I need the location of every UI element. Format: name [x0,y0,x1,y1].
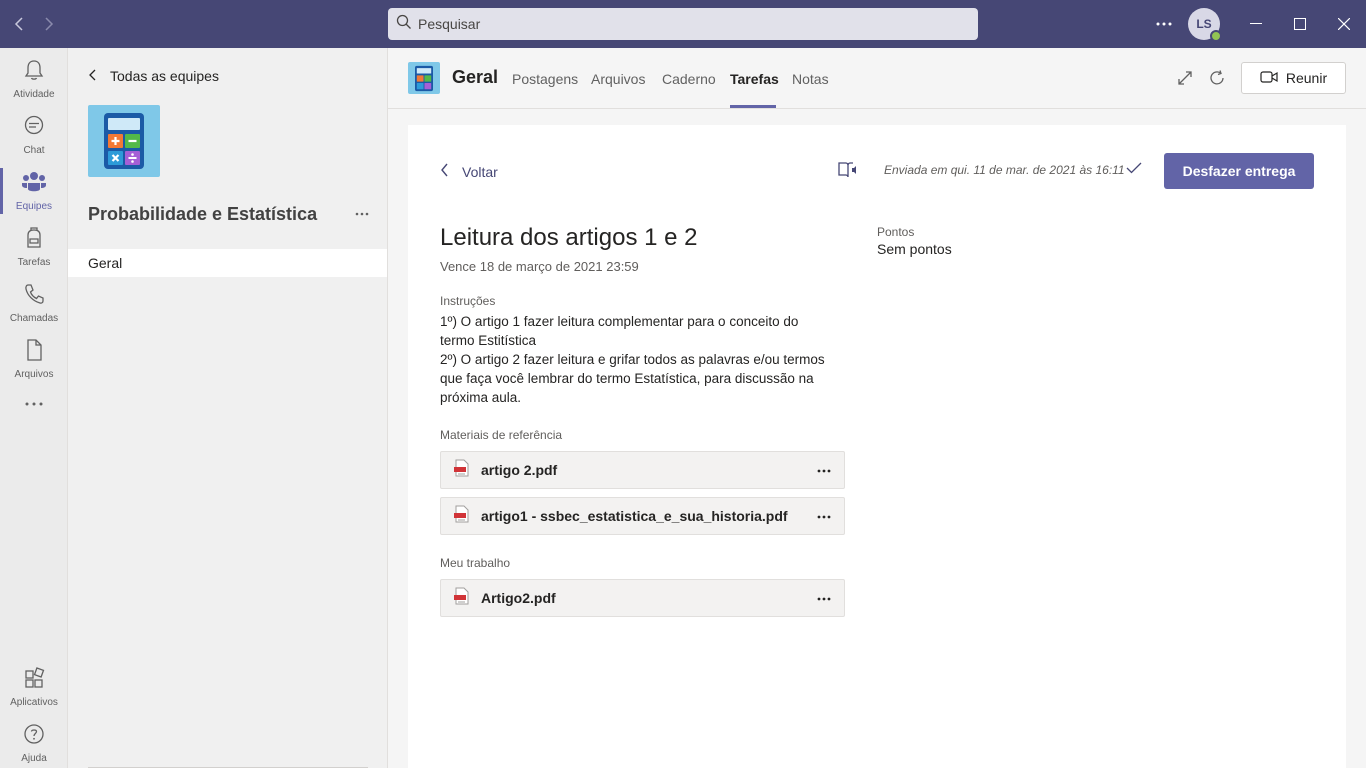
due-date: Vence 18 de março de 2021 23:59 [440,259,639,274]
my-work-file-item[interactable]: Artigo2.pdf [440,579,845,617]
my-work-label: Meu trabalho [440,556,511,570]
file-name: artigo1 - ssbec_estatistica_e_sua_histor… [481,508,788,524]
channel-header: Geral Postagens Arquivos Caderno Tarefas… [388,48,1366,109]
team-logo [88,105,160,177]
minimize-icon[interactable] [1244,12,1268,36]
channel-title: Geral [452,67,499,87]
file-name: artigo 2.pdf [481,462,558,478]
rail-label: Ajuda [21,753,47,764]
title-bar: Pesquisar LS [0,0,1366,48]
close-icon[interactable] [1332,12,1356,36]
rail-item-activity[interactable]: Atividade [0,52,68,108]
search-placeholder: Pesquisar [418,16,481,32]
rail-label: Chamadas [9,313,59,324]
file-name: Artigo2.pdf [481,590,556,606]
file-icon [23,338,45,367]
backpack-icon [23,226,45,255]
tab-grades[interactable]: Notas [792,71,829,87]
points-value: Sem pontos [877,241,952,257]
submitted-status: Enviada em qui. 11 de mar. de 2021 às 16… [884,163,1125,177]
forward-arrow-icon[interactable] [38,14,58,34]
instructions-text: 1º) O artigo 1 fazer leitura complementa… [440,312,830,407]
status-available-icon [1210,30,1222,42]
phone-icon [23,282,45,311]
rail-label: Chat [23,145,45,156]
search-icon [396,14,412,35]
tab-notebook[interactable]: Caderno [662,71,716,87]
app-rail: Atividade Chat Equipes Tarefas Chamadas … [0,48,68,768]
back-label: Voltar [462,163,498,180]
rail-item-calls[interactable]: Chamadas [0,276,68,332]
team-more-options-icon[interactable] [352,204,372,224]
chevron-left-icon [88,68,98,84]
avatar[interactable]: LS [1188,8,1222,42]
chat-icon [22,114,46,143]
bell-icon [23,58,45,87]
meet-label: Reunir [1285,70,1328,86]
back-arrow-icon[interactable] [10,14,30,34]
instruction-line: 2º) O artigo 2 fazer leitura e grifar to… [440,352,825,405]
pdf-file-icon [454,587,470,610]
back-button[interactable]: Voltar [440,163,498,180]
undo-submission-button[interactable]: Desfazer entrega [1164,153,1314,189]
rail-label: Atividade [13,89,55,100]
rail-item-help[interactable]: Ajuda [0,716,68,768]
rail-label: Equipes [15,201,53,212]
maximize-icon[interactable] [1288,12,1312,36]
help-icon [23,722,45,751]
rail-item-chat[interactable]: Chat [0,108,68,164]
refresh-icon[interactable] [1207,68,1227,88]
rail-item-assignments[interactable]: Tarefas [0,220,68,276]
assignment-card: Voltar Enviada em qui. 11 de mar. de 202… [408,125,1346,768]
channel-team-logo [408,62,440,94]
tab-assignments[interactable]: Tarefas [730,71,779,87]
teams-icon [21,170,47,199]
rail-item-teams[interactable]: Equipes [0,164,68,220]
file-more-options-icon[interactable] [814,461,834,481]
avatar-initials: LS [1196,17,1212,31]
rail-item-apps[interactable]: Aplicativos [0,660,68,716]
reference-file-item[interactable]: artigo1 - ssbec_estatistica_e_sua_histor… [440,497,845,535]
rail-label: Tarefas [17,257,51,268]
assignment-title: Leitura dos artigos 1 e 2 [440,224,698,251]
chevron-left-icon [440,163,450,180]
rail-label: Aplicativos [10,697,58,708]
meet-button[interactable]: Reunir [1241,62,1346,94]
all-teams-label: Todas as equipes [110,68,219,84]
checkmark-icon [1126,161,1142,180]
rail-label: Arquivos [14,369,54,380]
reference-materials-label: Materiais de referência [440,428,563,442]
file-more-options-icon[interactable] [814,589,834,609]
video-camera-icon [1260,70,1278,87]
expand-icon[interactable] [1175,68,1195,88]
more-apps-icon[interactable] [0,396,68,452]
immersive-reader-icon[interactable] [838,161,858,181]
pdf-file-icon [454,459,470,482]
more-options-icon[interactable] [1152,12,1176,36]
apps-icon [23,666,45,695]
instructions-label: Instruções [440,294,496,308]
file-more-options-icon[interactable] [814,507,834,527]
all-teams-link[interactable]: Todas as equipes [88,68,219,84]
reference-file-item[interactable]: artigo 2.pdf [440,451,845,489]
pdf-file-icon [454,505,470,528]
team-panel: Todas as equipes Probabilidade e Estatís… [68,48,388,768]
points-label: Pontos [877,225,915,239]
channel-item-geral[interactable]: Geral [68,249,387,277]
tab-files[interactable]: Arquivos [591,71,645,87]
search-input[interactable]: Pesquisar [388,8,978,40]
instruction-line: 1º) O artigo 1 fazer leitura complementa… [440,314,799,348]
rail-item-files[interactable]: Arquivos [0,332,68,388]
active-tab-indicator [730,105,776,108]
team-name: Probabilidade e Estatística [88,204,318,224]
tab-posts[interactable]: Postagens [512,71,578,87]
